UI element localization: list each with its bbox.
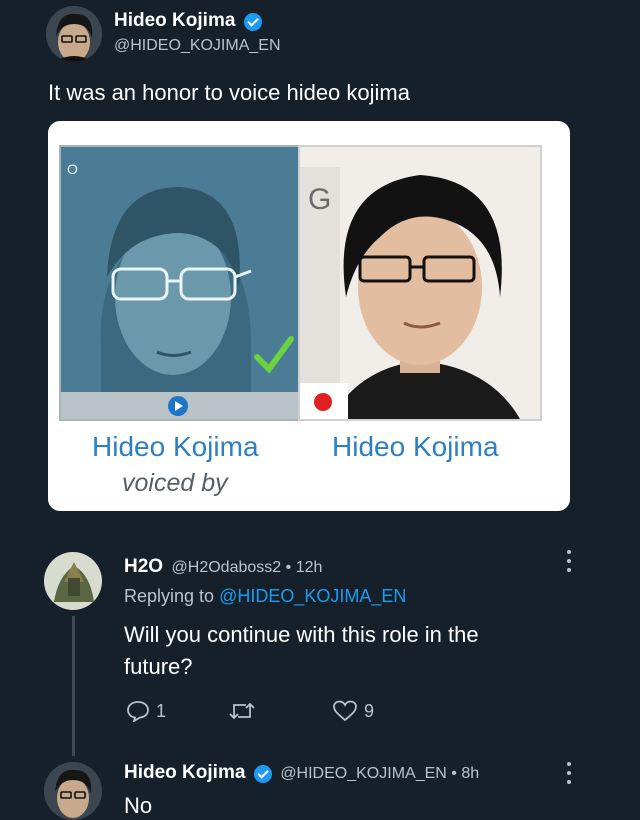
like-count: 9 xyxy=(364,700,375,721)
retweet-action[interactable] xyxy=(228,700,262,722)
reply-author-handle[interactable]: @H2Odaboss2 xyxy=(172,559,282,576)
checkmark-icon xyxy=(254,336,294,374)
codec-portrait-panel: O xyxy=(59,145,301,421)
meme-left-name: Hideo Kojima xyxy=(92,431,259,462)
reply-action[interactable]: 1 xyxy=(126,700,166,722)
japan-flag-icon xyxy=(314,393,332,411)
meme-right-name: Hideo Kojima xyxy=(332,431,499,462)
reply-count: 1 xyxy=(156,700,167,721)
reply-author-name[interactable]: H2O xyxy=(124,556,163,577)
second-reply-author-handle[interactable]: @HIDEO_KOJIMA_EN xyxy=(280,765,447,782)
verified-badge-icon xyxy=(243,12,262,31)
reply-author-avatar[interactable] xyxy=(44,552,102,610)
codec-corner-letter: O xyxy=(67,161,78,177)
reply-text: Will you continue with this role in the … xyxy=(124,622,479,679)
retweet-icon xyxy=(229,702,255,720)
more-icon[interactable] xyxy=(566,762,572,784)
verified-badge-icon xyxy=(253,764,272,783)
main-author-avatar[interactable] xyxy=(46,6,102,62)
second-reply-separator: • xyxy=(451,765,457,782)
second-reply-header: Hideo Kojima @HIDEO_KOJIMA_EN • 8h xyxy=(124,762,479,784)
replying-to-handle[interactable]: @HIDEO_KOJIMA_EN xyxy=(219,586,406,606)
meme-caption: voiced by xyxy=(122,469,228,497)
second-reply-avatar[interactable] xyxy=(44,762,102,820)
reply-header: H2O @H2Odaboss2 • 12h xyxy=(124,556,322,578)
thread-line xyxy=(72,616,75,756)
second-reply-text: No xyxy=(124,793,153,818)
play-icon xyxy=(168,396,188,416)
second-reply-author-name[interactable]: Hideo Kojima xyxy=(124,762,245,783)
background-sign-text: G xyxy=(308,183,332,216)
like-action[interactable]: 9 xyxy=(332,700,374,722)
more-icon[interactable] xyxy=(566,550,572,572)
main-author-handle[interactable]: @HIDEO_KOJIMA_EN xyxy=(114,37,281,55)
replying-to-line: Replying to @HIDEO_KOJIMA_EN xyxy=(124,586,406,607)
main-author-name[interactable]: Hideo Kojima xyxy=(114,10,235,31)
main-author-line: Hideo Kojima xyxy=(114,10,262,32)
reply-time[interactable]: 12h xyxy=(296,559,323,576)
photo-portrait-panel: G xyxy=(298,145,542,421)
main-tweet-text: It was an honor to voice hideo kojima xyxy=(48,80,410,105)
second-reply-time[interactable]: 8h xyxy=(461,765,479,782)
reply-separator: • xyxy=(285,559,292,576)
meme-image-card[interactable]: O G Hideo Kojima Hideo Kojima voiced by xyxy=(48,121,570,511)
reply-icon xyxy=(127,701,149,722)
like-icon xyxy=(333,700,357,722)
replying-to-label: Replying to xyxy=(124,586,215,606)
